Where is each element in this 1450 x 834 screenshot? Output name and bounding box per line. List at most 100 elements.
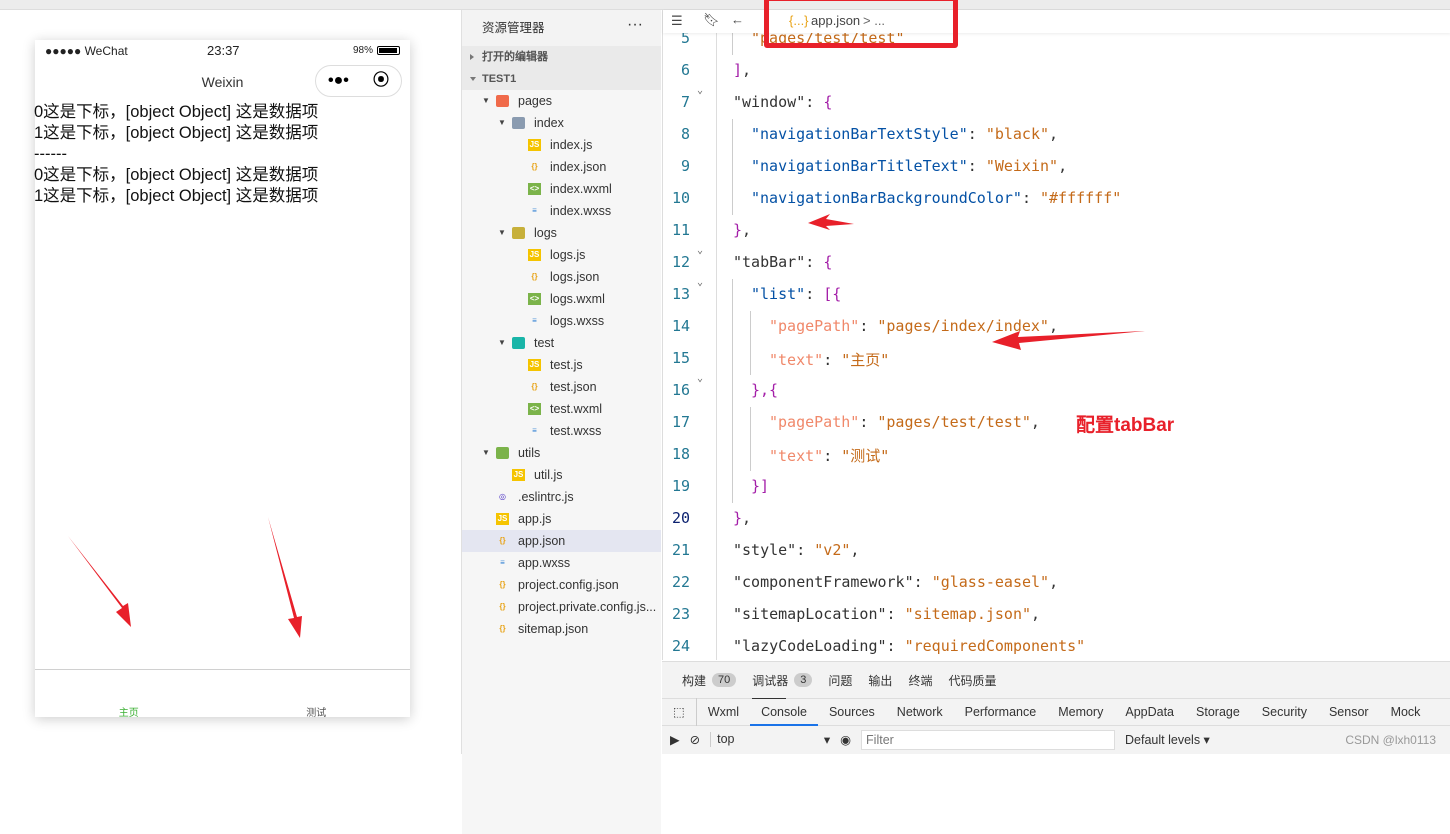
code-line: "tabBar": { [733,253,832,271]
fold-chevron-icon[interactable]: ⌄ [697,373,703,384]
indent-guide [732,183,733,215]
devtools-tab[interactable]: Console [750,698,818,726]
file-item[interactable]: {} project.private.config.js... [462,596,661,618]
code-line: "text": "测试" [769,445,889,466]
file-item[interactable]: ◎ .eslintrc.js [462,486,661,508]
devtools-tab[interactable]: Wxml [697,698,750,726]
more-icon[interactable]: •●• [328,61,349,101]
capsule-menu: •●• ⦿ [315,65,402,97]
folder-item[interactable]: ▼ utils [462,442,661,464]
code-token: "pages/test/test" [877,413,1031,431]
line-number: 15 [671,349,690,367]
code-token: "text" [769,351,824,369]
status-time: 23:37 [207,43,240,58]
open-editors-section[interactable]: 打开的编辑器 [462,46,661,68]
close-miniprogram-icon[interactable]: ⦿ [373,61,389,101]
code-line: "navigationBarBackgroundColor": "#ffffff… [751,189,1121,207]
file-item[interactable]: <> index.wxml [462,178,661,200]
devtools-tab[interactable]: AppData [1114,698,1185,726]
sidebar-toggle-icon[interactable]: ▶︎ [670,732,680,747]
file-name: logs.wxss [550,314,605,328]
panel-tab[interactable]: 终端 [908,672,932,689]
file-item[interactable]: JS index.js [462,134,661,156]
file-item[interactable]: <> test.wxml [462,398,661,420]
panel-tab-label: 代码质量 [948,673,997,688]
clear-console-icon[interactable]: ⊘ [690,732,700,747]
back-arrow-icon[interactable]: ← [731,12,744,27]
file-item[interactable]: {} sitemap.json [462,618,661,640]
file-item[interactable]: {} logs.json [462,266,661,288]
code-token: "pagePath" [769,413,860,431]
fold-chevron-icon[interactable]: ⌄ [697,85,703,96]
context-select[interactable]: top ▾ [710,732,830,747]
watermark: CSDN @lxh0113 [1345,733,1436,747]
code-line: "style": "v2", [733,541,859,559]
devtools-tab[interactable]: Performance [954,698,1048,726]
indent-guide [732,439,733,471]
chevron-down-icon: ▼ [498,118,506,127]
chevron-down-icon: ▼ [498,338,506,347]
panel-tab[interactable]: 代码质量 [948,672,996,689]
file-item[interactable]: JS app.js [462,508,661,530]
count-badge: 3 [794,673,813,687]
more-actions-icon[interactable]: ··· [627,7,643,43]
devtools-tab[interactable]: Security [1251,698,1318,726]
code-token: , [1049,125,1059,143]
tab-item[interactable]: 主页 [35,670,223,719]
file-item[interactable]: ≡ logs.wxss [462,310,661,332]
indent-guide [750,439,751,471]
line-number: 19 [671,477,690,495]
panel-tab[interactable]: 调试器 3 [752,672,813,699]
code-token: } [733,509,743,527]
panel-tab[interactable]: 问题 [828,672,852,689]
folder-item[interactable]: ▼ logs [462,222,661,244]
file-item[interactable]: {} index.json [462,156,661,178]
code-line: "componentFramework": "glass-easel", [733,573,1058,591]
tab-item[interactable]: 测试 [223,670,411,719]
devtools-tab[interactable]: Memory [1047,698,1114,726]
levels-dropdown[interactable]: Default levels ▾ [1125,732,1210,747]
code-token: : [796,541,815,559]
file-name: test.wxml [550,402,603,416]
panel-tab[interactable]: 构建 70 [682,672,737,689]
file-item[interactable]: ≡ app.wxss [462,552,661,574]
folder-item[interactable]: ▼ test [462,332,661,354]
file-item[interactable]: {} test.json [462,376,661,398]
code-token: : [823,351,842,369]
outline-icon[interactable]: ☰ [671,13,683,29]
json-file-icon: {} [531,272,538,281]
js-file-icon: JS [496,513,509,525]
fold-chevron-icon[interactable]: ⌄ [697,277,703,288]
file-tree: ▼ pages ▼ index JS index.js {} index.json <> inde… [462,90,661,834]
devtools-tab[interactable]: Storage [1185,698,1251,726]
file-item[interactable]: {} app.json [462,530,661,552]
bookmark-icon[interactable]: 🔖︎ [703,12,720,28]
devtools-tab[interactable]: Mock [1380,698,1432,726]
devtools-tab[interactable]: Sensor [1318,698,1380,726]
file-name: index.wxss [550,204,612,218]
devtools-tab[interactable]: Sources [818,698,886,726]
panel-tab[interactable]: 输出 [868,672,892,689]
filter-input[interactable]: Filter [861,729,1116,750]
file-item[interactable]: JS logs.js [462,244,661,266]
page-content: 0这是下标，[object Object] 这是数据项 1这是下标，[object… [34,102,410,207]
file-name: app.json [518,534,566,548]
file-item[interactable]: {} project.config.json [462,574,661,596]
project-section[interactable]: TEST1 [462,68,661,90]
fold-chevron-icon[interactable]: ⌄ [697,245,703,256]
file-item[interactable]: ≡ index.wxss [462,200,661,222]
indent-guide [732,343,733,375]
folder-item[interactable]: ▼ index [462,112,661,134]
file-item[interactable]: JS test.js [462,354,661,376]
file-item[interactable]: <> logs.wxml [462,288,661,310]
folder-item[interactable]: ▼ pages [462,90,661,112]
file-item[interactable]: ≡ test.wxss [462,420,661,442]
devtools-tab[interactable]: Network [886,698,954,726]
inspect-element-icon[interactable]: ⬚ [662,698,697,726]
code-token: "sitemap.json" [904,605,1032,623]
panel-tab-label: 问题 [828,673,853,688]
code-token: "black" [985,125,1050,143]
file-item[interactable]: JS util.js [462,464,661,486]
eye-icon[interactable]: ◉ [840,732,851,747]
status-bar: ●●●●● WeChat 23:37 98% [35,40,410,62]
